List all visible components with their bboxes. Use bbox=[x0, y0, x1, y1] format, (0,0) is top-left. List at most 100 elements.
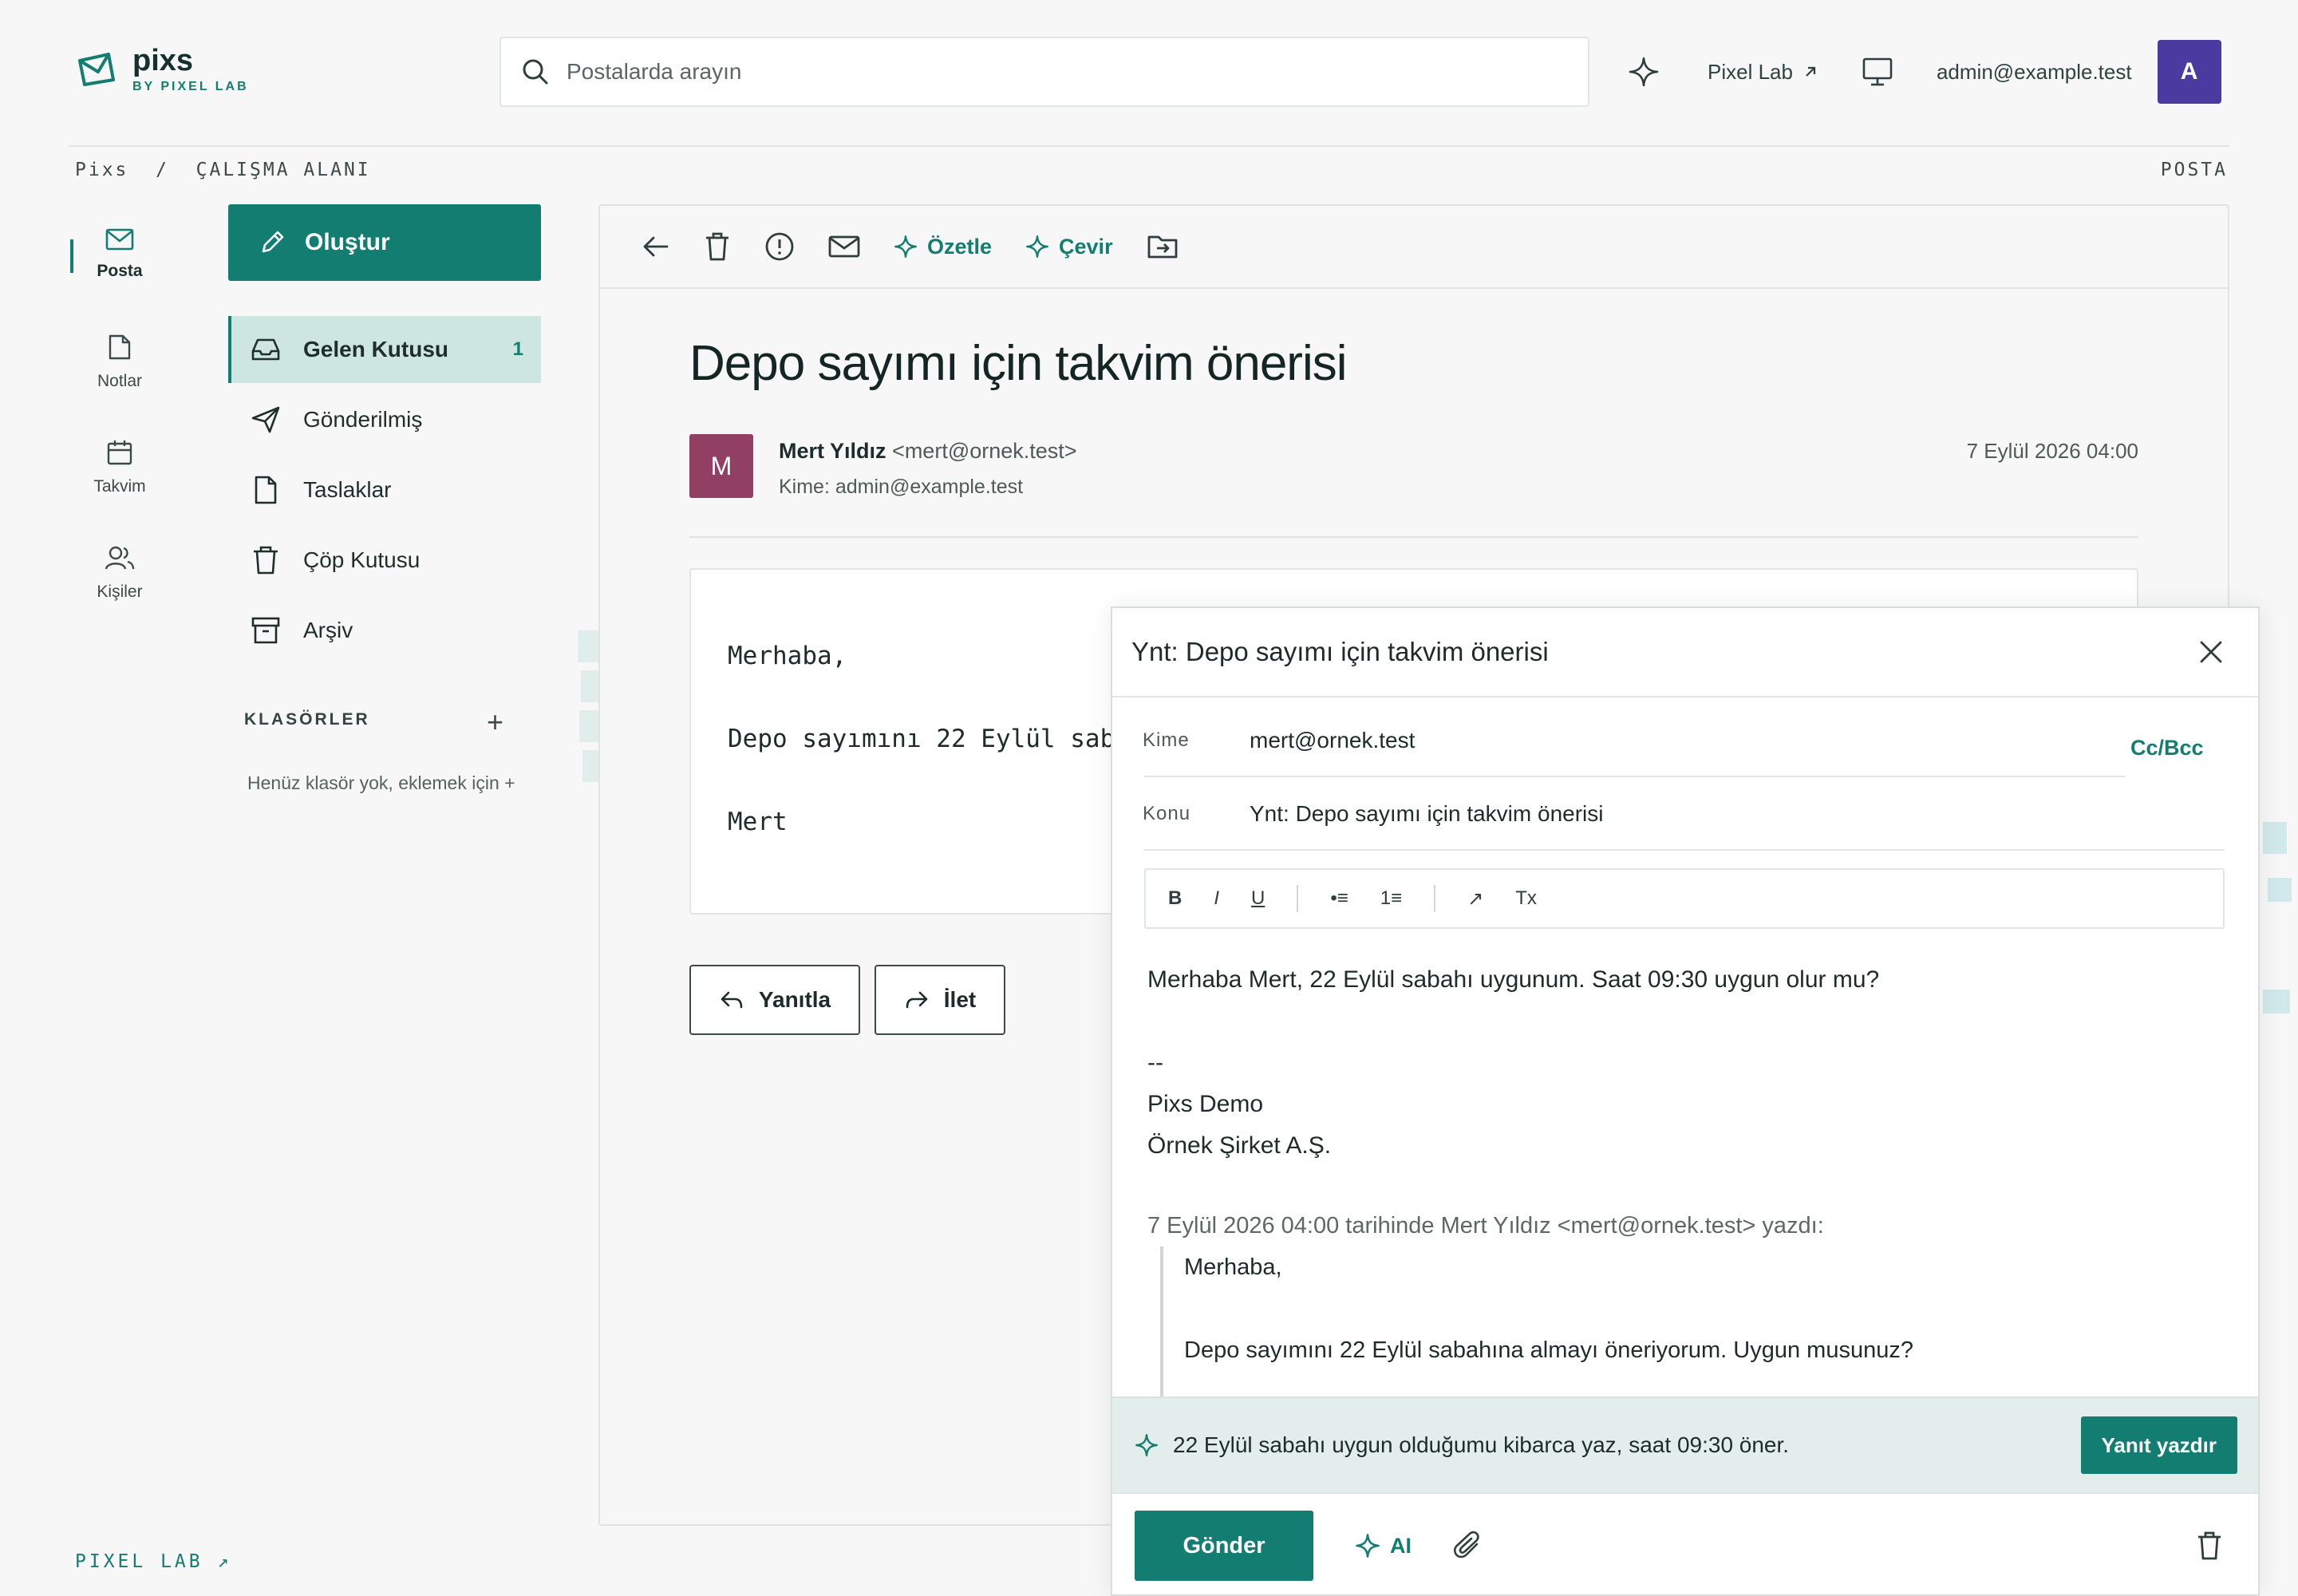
calendar-icon bbox=[107, 440, 132, 465]
sender-avatar: M bbox=[689, 434, 753, 498]
to-field[interactable]: mert@ornek.test bbox=[1250, 728, 1415, 753]
sidebar-item-inbox[interactable]: Gelen Kutusu 1 bbox=[228, 316, 541, 383]
subject-label: Konu bbox=[1143, 803, 1191, 824]
numbered-list-button[interactable]: 1≡ bbox=[1380, 887, 1402, 910]
composer-body[interactable]: Merhaba Mert, 22 Eylül sabahı uygunum. S… bbox=[1147, 959, 2217, 1167]
sparkle-icon bbox=[1135, 1434, 1158, 1456]
user-avatar[interactable]: A bbox=[2157, 40, 2221, 104]
user-email[interactable]: admin@example.test bbox=[1937, 60, 2132, 85]
link-button[interactable]: ↗ bbox=[1467, 887, 1483, 911]
sidebar-label-sent: Gönderilmiş bbox=[303, 407, 423, 432]
rail-item-calendar[interactable]: Takvim bbox=[72, 439, 168, 496]
mail-subject: Depo sayımı için takvim önerisi bbox=[689, 336, 1347, 391]
mail-toolbar: Özetle Çevir bbox=[600, 206, 2228, 289]
search-input[interactable] bbox=[567, 59, 1588, 85]
sender-email[interactable]: <mert@ornek.test> bbox=[892, 439, 1077, 463]
ai-button[interactable]: AI bbox=[1355, 1533, 1412, 1558]
bullet-list-button[interactable]: •≡ bbox=[1330, 887, 1348, 910]
header-divider bbox=[69, 145, 2229, 147]
monitor-icon[interactable] bbox=[1862, 57, 1893, 87]
ai-prompt-bar: 22 Eylül sabahı uygun olduğumu kibarca y… bbox=[1112, 1396, 2258, 1492]
sender-line: Mert Yıldız <mert@ornek.test> bbox=[779, 439, 1077, 464]
clear-format-button[interactable]: Tx bbox=[1515, 887, 1537, 910]
underline-button[interactable]: U bbox=[1251, 887, 1265, 910]
recipient-line: Kime: admin@example.test bbox=[779, 476, 1024, 498]
to-label: Kime bbox=[1143, 729, 1190, 751]
composer-header: Ynt: Depo sayımı için takvim önerisi bbox=[1112, 608, 2258, 697]
ai-prompt-input[interactable]: 22 Eylül sabahı uygun olduğumu kibarca y… bbox=[1173, 1432, 1789, 1458]
background-decoration-right bbox=[2263, 822, 2292, 1013]
search-icon bbox=[523, 59, 548, 85]
subject-underline bbox=[1144, 849, 2225, 851]
quote-line: Depo sayımını 22 Eylül sabahına almayı ö… bbox=[1184, 1337, 1913, 1363]
logo-mail-icon bbox=[78, 53, 115, 86]
forward-button[interactable]: İlet bbox=[875, 965, 1005, 1035]
compose-label: Oluştur bbox=[305, 229, 390, 255]
discard-draft-icon[interactable] bbox=[2196, 1531, 2223, 1561]
signature-separator: -- bbox=[1147, 1049, 1163, 1076]
bold-button[interactable]: B bbox=[1168, 887, 1182, 910]
search-box[interactable] bbox=[499, 37, 1589, 107]
add-folder-button[interactable]: + bbox=[487, 705, 503, 739]
draft-icon bbox=[255, 476, 277, 504]
spam-alert-icon[interactable] bbox=[764, 231, 795, 262]
reply-button[interactable]: Yanıtla bbox=[689, 965, 860, 1035]
move-folder-icon[interactable] bbox=[1147, 233, 1179, 260]
cc-bcc-toggle[interactable]: Cc/Bcc bbox=[2130, 736, 2204, 760]
delete-icon[interactable] bbox=[704, 231, 731, 262]
rail-item-mail[interactable]: Posta bbox=[72, 228, 168, 281]
pencil-icon bbox=[262, 231, 284, 253]
body-line: Merhaba Mert, 22 Eylül sabahı uygunum. S… bbox=[1147, 966, 1880, 993]
app-logo[interactable]: pixs BY PIXEL LAB bbox=[77, 45, 249, 94]
italic-button[interactable]: I bbox=[1214, 887, 1219, 910]
quote-header: 7 Eylül 2026 04:00 tarihinde Mert Yıldız… bbox=[1147, 1213, 1824, 1238]
rte-divider bbox=[1434, 885, 1436, 912]
reply-composer: Ynt: Depo sayımı için takvim önerisi Kim… bbox=[1111, 606, 2260, 1596]
send-button[interactable]: Gönder bbox=[1135, 1511, 1313, 1581]
note-icon bbox=[109, 334, 131, 360]
app-by: BY PIXEL LAB bbox=[132, 80, 249, 93]
translate-label: Çevir bbox=[1059, 234, 1113, 259]
sidebar-label-trash: Çöp Kutusu bbox=[303, 547, 421, 572]
summarize-button[interactable]: Özetle bbox=[894, 235, 992, 259]
sender-name: Mert Yıldız bbox=[779, 439, 886, 463]
quoted-message: Merhaba, Depo sayımını 22 Eylül sabahına… bbox=[1160, 1246, 2197, 1406]
sidebar-item-trash[interactable]: Çöp Kutusu bbox=[228, 527, 541, 594]
mail-date: 7 Eylül 2026 04:00 bbox=[1966, 439, 2138, 463]
rail-label-notes: Notlar bbox=[97, 372, 143, 390]
compose-button[interactable]: Oluştur bbox=[228, 204, 541, 281]
close-icon[interactable] bbox=[2197, 638, 2225, 666]
rail-item-notes[interactable]: Notlar bbox=[72, 334, 168, 391]
pixel-lab-label: Pixel Lab bbox=[1708, 59, 1793, 84]
back-arrow-icon[interactable] bbox=[642, 234, 670, 259]
signature-name: Pixs Demo bbox=[1147, 1091, 1264, 1117]
folders-title: KLASÖRLER bbox=[244, 710, 370, 729]
sparkle-icon bbox=[1026, 235, 1048, 258]
sidebar-item-drafts[interactable]: Taslaklar bbox=[228, 456, 541, 523]
sparkle-icon bbox=[1356, 1534, 1380, 1558]
inbox-icon bbox=[251, 338, 280, 361]
generate-reply-button[interactable]: Yanıt yazdır bbox=[2080, 1416, 2237, 1474]
rich-text-toolbar: B I U •≡ 1≡ ↗ Tx bbox=[1144, 868, 2225, 929]
rte-divider bbox=[1297, 885, 1299, 912]
sparkle-icon[interactable] bbox=[1628, 56, 1660, 88]
translate-button[interactable]: Çevir bbox=[1025, 235, 1113, 259]
send-icon bbox=[251, 406, 280, 433]
sidebar-item-archive[interactable]: Arşiv bbox=[228, 597, 541, 664]
rail-item-contacts[interactable]: Kişiler bbox=[72, 544, 168, 602]
footer-brand-link[interactable]: PIXEL LAB ↗ bbox=[75, 1551, 231, 1572]
rail-label-contacts: Kişiler bbox=[97, 583, 143, 601]
header-actions: Pixel Lab admin@example.test A bbox=[1628, 40, 2221, 104]
sidebar-item-sent[interactable]: Gönderilmiş bbox=[228, 386, 541, 453]
attachment-icon[interactable] bbox=[1453, 1530, 1483, 1562]
reply-label: Yanıtla bbox=[758, 987, 831, 1012]
mark-unread-icon[interactable] bbox=[828, 235, 860, 259]
reply-arrow-icon bbox=[721, 991, 743, 1009]
quote-line: Merhaba, bbox=[1184, 1254, 1282, 1280]
mail-divider bbox=[689, 536, 2138, 538]
contacts-icon bbox=[105, 546, 135, 570]
subject-field[interactable]: Ynt: Depo sayımı için takvim önerisi bbox=[1250, 801, 1604, 827]
sparkle-icon bbox=[894, 235, 917, 258]
pixel-lab-link[interactable]: Pixel Lab bbox=[1708, 60, 1818, 85]
sidebar-label-archive: Arşiv bbox=[303, 618, 353, 642]
